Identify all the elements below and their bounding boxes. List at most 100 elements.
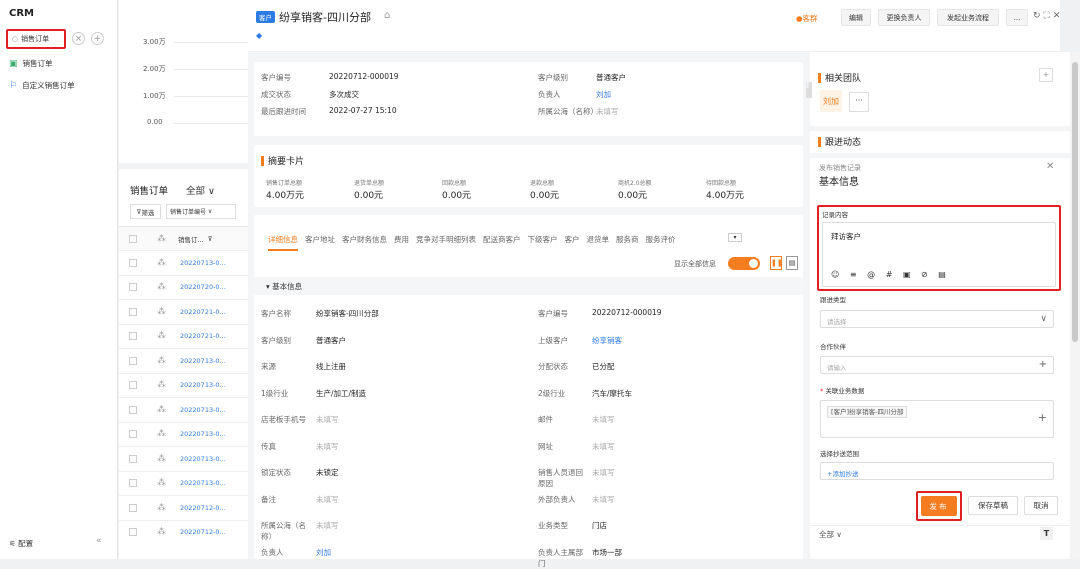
table-row[interactable]: ⁂ 20220712-0...: [119, 519, 248, 544]
order-link[interactable]: 20220713-0...: [180, 357, 226, 365]
tab-4[interactable]: 竞争对手明细列表: [416, 234, 476, 245]
mention-icon[interactable]: @: [867, 270, 875, 279]
list-icon[interactable]: ≡: [850, 270, 857, 279]
save-draft-button[interactable]: 保存草稿: [968, 496, 1018, 515]
scrollbar-thumb[interactable]: [1072, 62, 1078, 342]
tab-0[interactable]: 详细信息: [268, 234, 298, 251]
tab-1[interactable]: 客户地址: [305, 234, 335, 245]
panel-handle[interactable]: ‖: [806, 82, 812, 98]
row-checkbox[interactable]: [129, 332, 137, 340]
order-link[interactable]: 20220713-0...: [180, 430, 226, 438]
panel-scrollbar[interactable]: [1070, 52, 1080, 559]
order-link[interactable]: 20220713-0...: [180, 259, 226, 267]
order-link[interactable]: 20220713-0...: [180, 381, 226, 389]
tab-5[interactable]: 配送商客户: [483, 234, 521, 245]
row-checkbox[interactable]: [129, 307, 137, 316]
type-select[interactable]: 请选择 ∨: [820, 310, 1054, 328]
row-checkbox[interactable]: [129, 479, 137, 487]
grid-icon[interactable]: ▤: [786, 256, 798, 270]
clear-icon[interactable]: ×: [72, 32, 85, 45]
text-format-icon[interactable]: T: [1040, 527, 1053, 540]
hashtag-icon[interactable]: #: [886, 270, 893, 279]
close-icon[interactable]: ✕: [1053, 11, 1064, 21]
filter-button[interactable]: ⊽ 筛选: [130, 204, 161, 219]
file-icon[interactable]: ▤: [938, 270, 946, 279]
tab-3[interactable]: 费用: [394, 234, 409, 245]
partner-input[interactable]: 请输入 +: [820, 356, 1054, 374]
sidebar-search-input[interactable]: ○ 销售订单: [6, 29, 66, 49]
more-members-button[interactable]: ···: [849, 92, 869, 112]
add-member-icon[interactable]: +: [1039, 68, 1053, 82]
layout-icon[interactable]: ❚❚: [770, 256, 783, 270]
hot-badge[interactable]: ●客群: [796, 13, 818, 24]
row-checkbox[interactable]: [129, 528, 137, 536]
table-row[interactable]: ⁂ 20220721-0...: [119, 323, 248, 348]
tab-2[interactable]: 客户财务信息: [342, 234, 387, 245]
collapse-icon[interactable]: «: [96, 536, 102, 546]
row-checkbox[interactable]: [129, 356, 137, 365]
order-link[interactable]: 20220712-0...: [180, 504, 226, 512]
record-textarea[interactable]: 拜访客户 ☺ ≡ @ # ▣ ⊘ ▤: [822, 222, 1056, 287]
scope-select[interactable]: 全部 ∨: [186, 183, 215, 197]
table-row[interactable]: ⁂ 20220713-0...: [119, 348, 248, 372]
table-row[interactable]: ⁂ 20220720-0...: [119, 274, 248, 299]
add-icon[interactable]: +: [91, 32, 104, 45]
tab-9[interactable]: 服务商: [616, 234, 639, 245]
table-row[interactable]: ⁂ 20220713-0...: [119, 446, 248, 470]
tab-7[interactable]: 客户: [565, 234, 580, 245]
sidebar-item-custom-order[interactable]: ⚐ 自定义销售订单: [9, 80, 75, 91]
image-icon[interactable]: ▣: [903, 270, 911, 279]
order-link[interactable]: 20220721-0...: [180, 332, 226, 340]
all-filter[interactable]: 全部 ∨: [819, 529, 842, 540]
table-row[interactable]: ⁂ 20220713-0...: [119, 397, 248, 421]
order-link[interactable]: 20220720-0...: [180, 283, 226, 291]
more-button[interactable]: ...: [1006, 9, 1028, 26]
tag-icon[interactable]: ◆: [256, 31, 262, 40]
avatar[interactable]: 刘加: [820, 90, 842, 112]
change-owner-button[interactable]: 更换负责人: [878, 9, 930, 26]
window-controls[interactable]: ↻⛶✕: [1033, 11, 1063, 21]
table-row[interactable]: ⁂ 20220712-0...: [119, 495, 248, 519]
field-select[interactable]: 销售订单编号 ∨: [166, 204, 236, 219]
order-link[interactable]: 20220713-0...: [180, 479, 226, 487]
row-checkbox[interactable]: [129, 258, 137, 267]
tab-6[interactable]: 下级客户: [528, 234, 558, 245]
order-link[interactable]: 20220713-0...: [180, 455, 226, 463]
table-row[interactable]: ⁂ 20220721-0...: [119, 299, 248, 323]
emoji-icon[interactable]: ☺: [831, 270, 839, 279]
tab-8[interactable]: 退货单: [587, 234, 610, 245]
sidebar-item-sales-order[interactable]: ▣ 销售订单: [9, 58, 53, 69]
field-value[interactable]: 刘加: [316, 547, 331, 558]
order-link[interactable]: 20220721-0...: [180, 308, 226, 316]
refresh-icon[interactable]: ↻: [1033, 11, 1044, 21]
related-chip[interactable]: [客户]纷享销客-四川分部: [827, 406, 908, 418]
show-all-toggle[interactable]: [728, 257, 760, 270]
tab-10[interactable]: 服务评价: [646, 234, 676, 245]
row-checkbox[interactable]: [129, 283, 137, 291]
expand-icon[interactable]: ⛶: [1044, 11, 1053, 21]
cancel-button[interactable]: 取消: [1024, 496, 1058, 515]
row-checkbox[interactable]: [129, 381, 137, 389]
row-checkbox[interactable]: [129, 430, 137, 438]
publish-button[interactable]: 发布: [921, 496, 957, 516]
row-checkbox[interactable]: [129, 405, 137, 414]
order-link[interactable]: 20220713-0...: [180, 406, 226, 414]
row-checkbox[interactable]: [129, 454, 137, 463]
field-value[interactable]: 纷享销客: [592, 335, 622, 346]
cc-add-button[interactable]: +添加抄送: [820, 462, 1054, 480]
filter-icon[interactable]: ⊽: [208, 235, 213, 243]
info-value[interactable]: 刘加: [596, 89, 611, 100]
select-all-checkbox[interactable]: [129, 234, 137, 243]
table-row[interactable]: ⁂ 20220713-0...: [119, 421, 248, 446]
start-flow-button[interactable]: 发起业务流程: [937, 9, 999, 26]
add-icon[interactable]: +: [1038, 411, 1047, 424]
order-link[interactable]: 20220712-0...: [180, 528, 226, 536]
table-row[interactable]: ⁂ 20220713-0...: [119, 372, 248, 397]
add-icon[interactable]: +: [1039, 359, 1047, 370]
tabs-more-icon[interactable]: ▾: [728, 233, 742, 242]
edit-button[interactable]: 编辑: [841, 9, 871, 26]
close-icon[interactable]: ✕: [1046, 161, 1054, 172]
config-button[interactable]: ⚟ 配置: [9, 538, 33, 549]
table-row[interactable]: ⁂ 20220713-0...: [119, 470, 248, 495]
related-data-box[interactable]: [客户]纷享销客-四川分部 +: [820, 400, 1054, 438]
